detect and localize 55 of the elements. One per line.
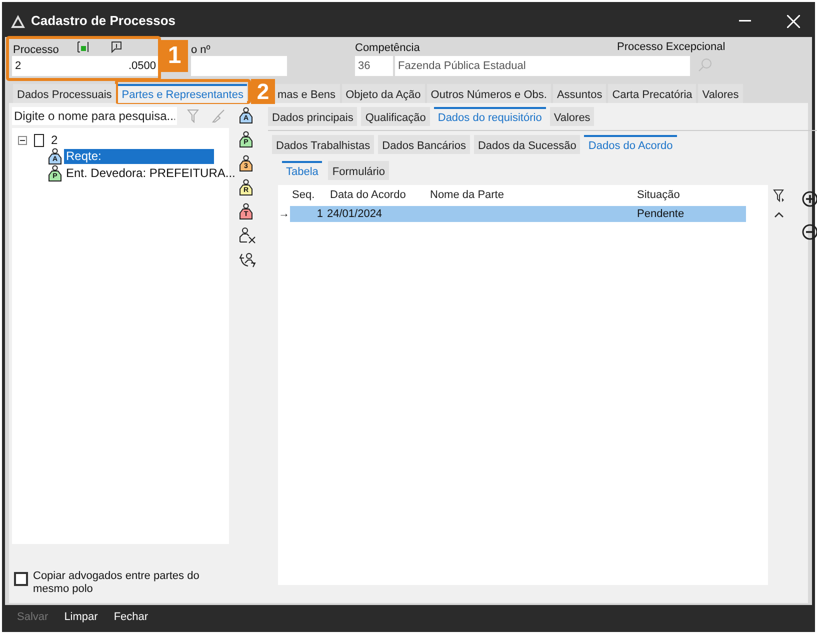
tree-item[interactable]: Reqte: <box>64 149 214 164</box>
field-label: Competência <box>355 41 420 55</box>
remove-icon[interactable] <box>802 224 817 240</box>
close-icon[interactable] <box>787 14 800 28</box>
tab[interactable]: Assuntos <box>552 84 606 103</box>
competencia-name-field[interactable]: Fazenda Pública Estadual <box>395 56 690 76</box>
table-row[interactable]: 1 24/01/2024 Pendente <box>290 206 746 222</box>
tab[interactable]: Carta Precatória <box>608 84 696 103</box>
footer-button[interactable]: Fechar <box>108 607 154 627</box>
row-indicator: → <box>278 207 290 221</box>
field-label: Processo <box>13 43 59 57</box>
tree-item[interactable]: 2 <box>51 133 58 147</box>
filter-icon[interactable] <box>773 189 785 203</box>
checkbox-label: Copiar advogados entre partes do mesmo polo <box>33 570 200 596</box>
tab[interactable]: Valores <box>550 107 594 126</box>
info-note-icon[interactable] <box>111 41 122 53</box>
tree-item[interactable]: Ent. Devedora: PREFEITURA... <box>64 166 238 181</box>
column-header[interactable]: Situação <box>633 188 743 202</box>
field-label: Processo Excepcional <box>617 40 726 54</box>
window-title: Cadastro de Processos <box>31 14 176 28</box>
column-header[interactable]: Nome da Parte <box>426 188 633 202</box>
tab[interactable]: Outros Números e Obs. <box>426 84 551 103</box>
minimize-icon[interactable] <box>739 20 751 22</box>
table-cell-text: 24/01/2024 <box>326 207 384 221</box>
column-header[interactable]: Seq. <box>278 188 326 202</box>
tab[interactable]: Dados do requisitório <box>434 107 546 126</box>
add-icon[interactable] <box>802 191 817 207</box>
checkbox[interactable] <box>14 572 28 586</box>
tab[interactable]: Objeto da Ação <box>342 84 425 103</box>
tab[interactable]: Dados Processuais <box>13 84 116 103</box>
number-field[interactable] <box>191 56 287 76</box>
footer-button[interactable]: Limpar <box>58 607 104 627</box>
tab[interactable]: Dados Bancários <box>378 135 470 154</box>
table-cell-text: 1 <box>316 207 324 221</box>
callout-badge: 2 <box>251 79 275 104</box>
document-icon <box>34 134 44 146</box>
tab[interactable]: Valores <box>698 84 743 103</box>
tab[interactable]: Dados Trabalhistas <box>272 135 374 154</box>
callout-badge: 1 <box>161 40 188 72</box>
tab[interactable]: Formulário <box>328 161 389 180</box>
tab[interactable]: Dados da Sucessão <box>474 135 580 154</box>
tab[interactable]: mas e Bens <box>273 84 340 103</box>
field-label: o nº <box>191 43 210 57</box>
tab[interactable]: Partes e Representantes <box>118 84 248 103</box>
remove-person-icon[interactable] <box>239 227 256 244</box>
tab[interactable]: Qualificação <box>361 107 430 126</box>
swap-person-icon[interactable] <box>239 251 256 268</box>
collapse-toggle[interactable] <box>18 136 27 144</box>
app-logo-icon <box>11 14 25 28</box>
tab[interactable]: Dados principais <box>268 107 358 126</box>
column-header[interactable]: Data do Acordo <box>326 188 426 202</box>
competencia-code-field[interactable]: 36 <box>355 56 393 76</box>
process-number-field[interactable]: 2 .0500 <box>12 56 159 76</box>
table-cell-text: Pendente <box>636 207 686 221</box>
scroll-up-icon[interactable] <box>774 211 784 219</box>
